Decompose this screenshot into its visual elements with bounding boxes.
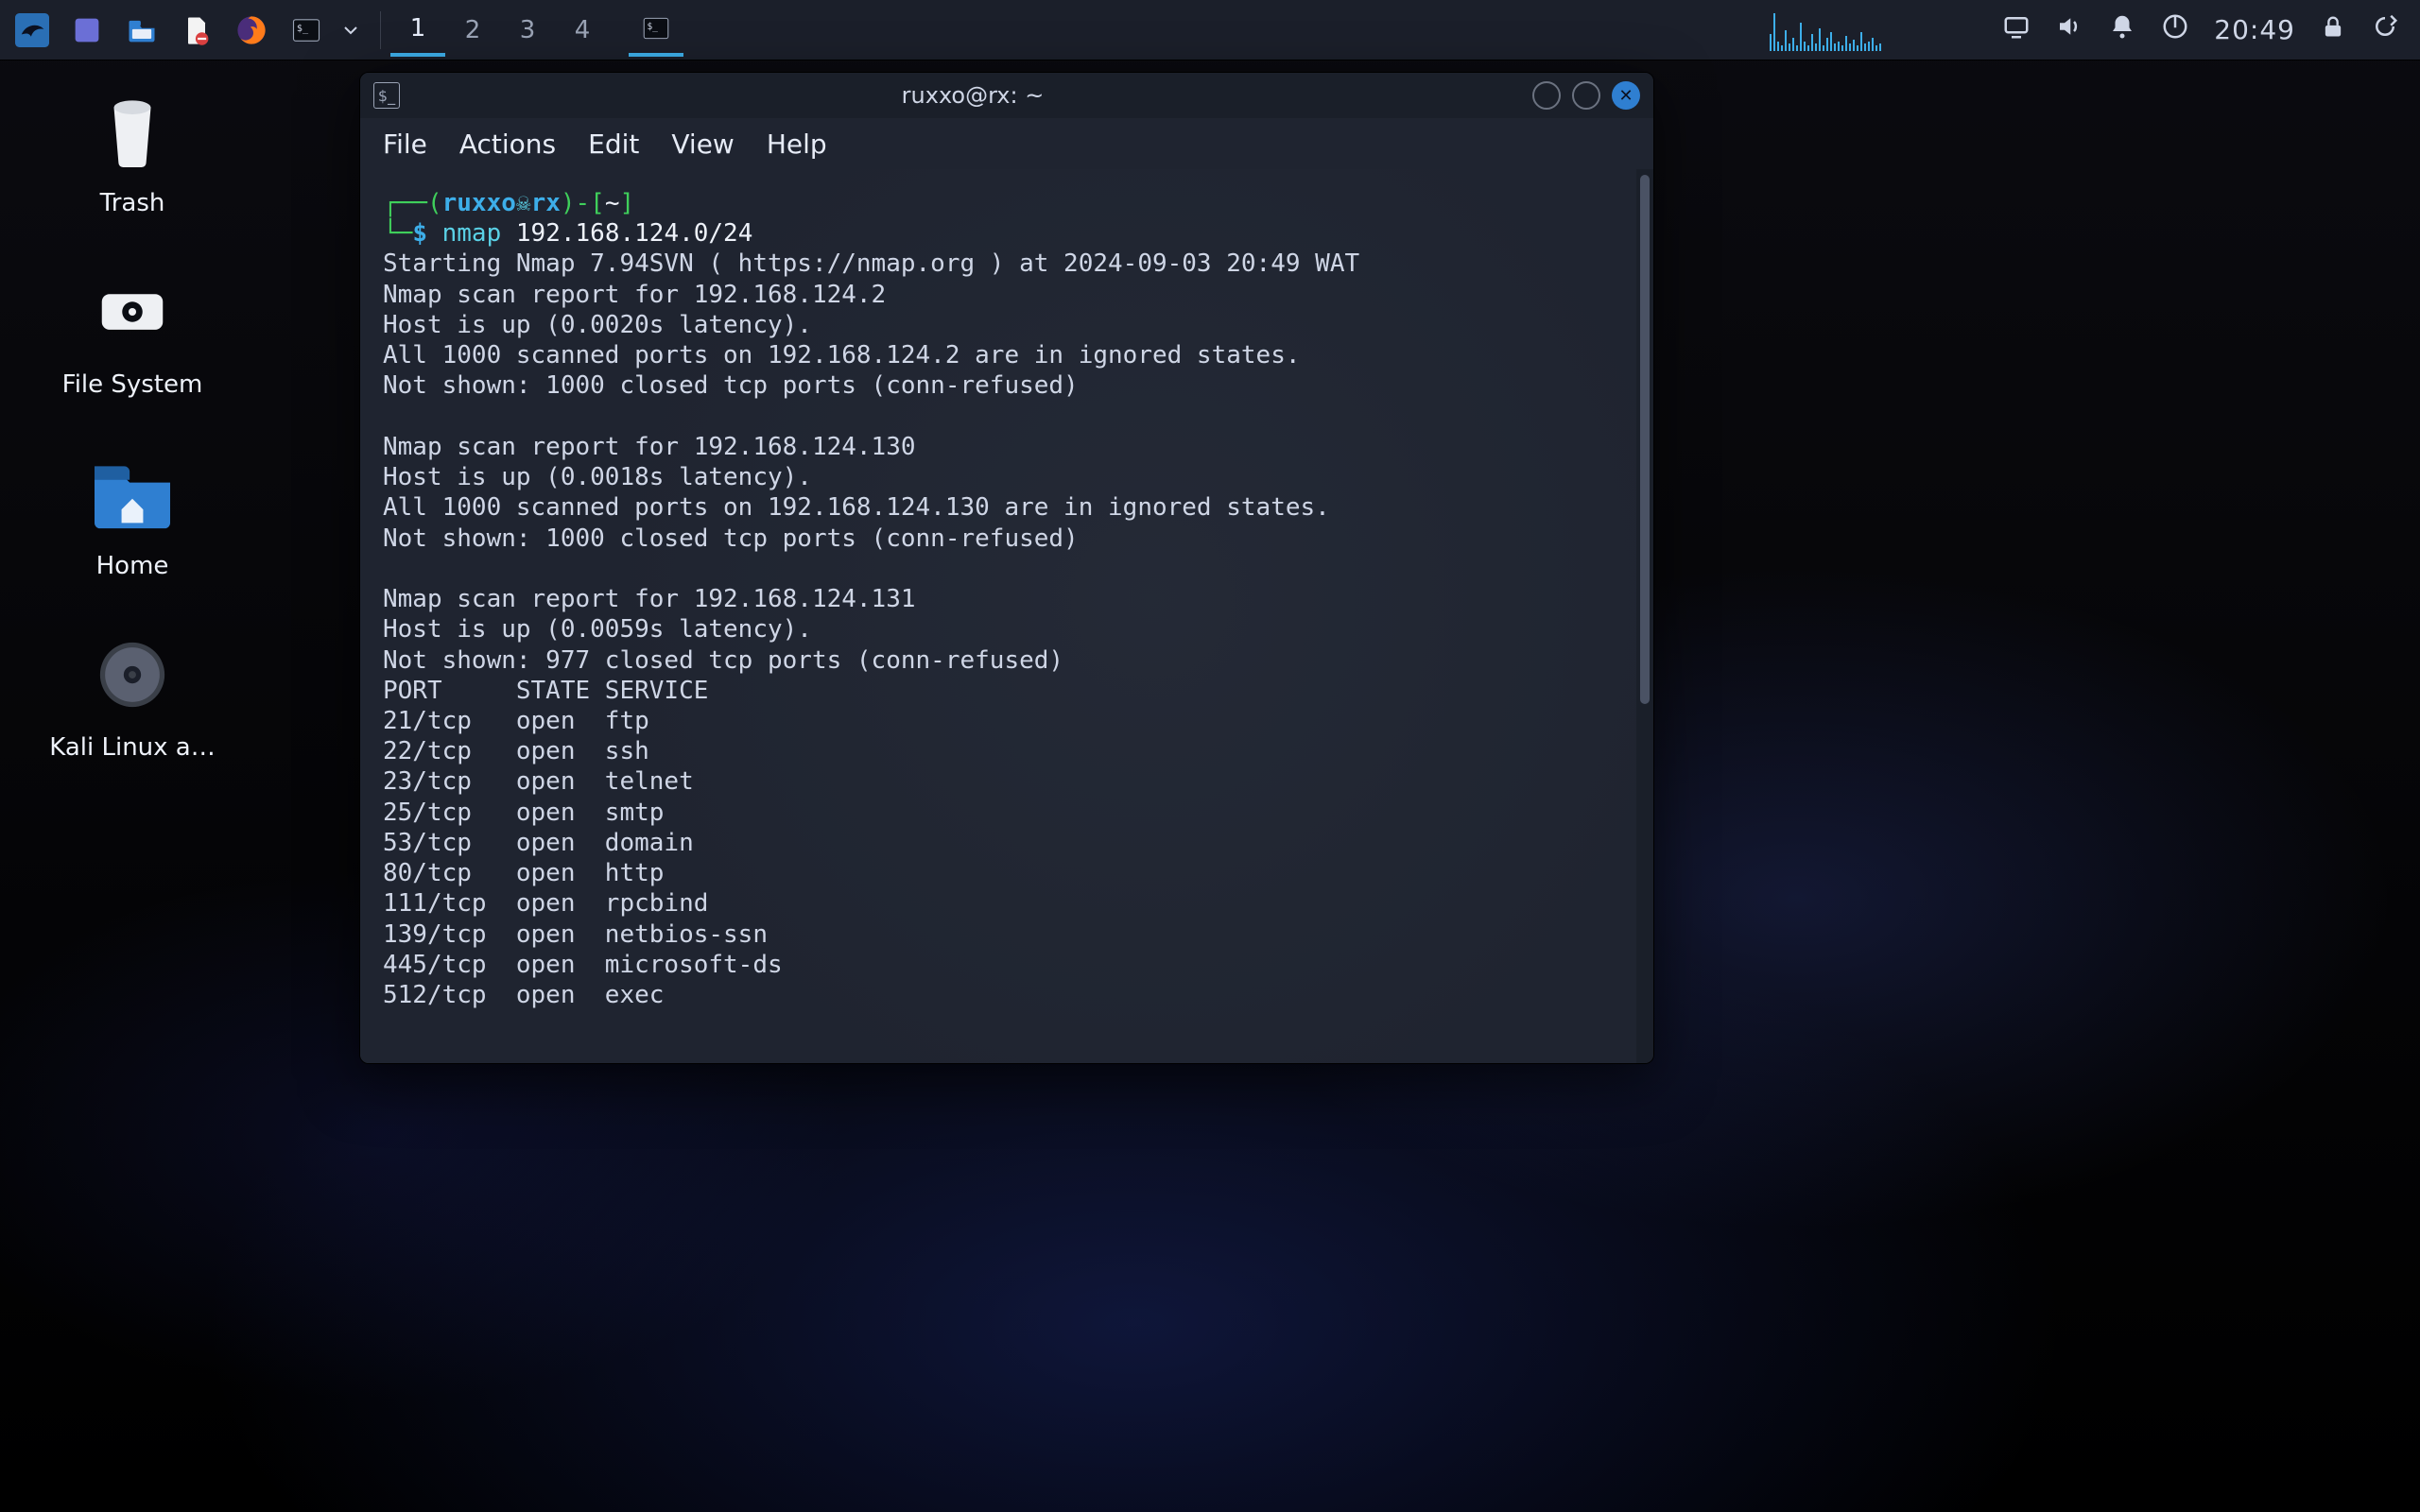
launcher-files[interactable] [117,6,166,55]
disc-icon [87,629,178,720]
launcher-terminal[interactable]: $_ [282,6,331,55]
window-minimize-button[interactable] [1532,81,1561,110]
workspace-4[interactable]: 4 [555,4,610,57]
firefox-icon [234,13,268,47]
menu-file[interactable]: File [383,129,427,160]
notifications-icon[interactable] [2108,12,2136,47]
network-usage-graph[interactable] [1770,4,1987,57]
kali-menu-button[interactable] [8,6,57,55]
home-folder-icon [87,448,178,539]
menu-edit[interactable]: Edit [588,129,639,160]
folder-icon [125,13,159,47]
launcher-dropdown-arrow[interactable] [337,6,365,55]
launcher-color-picker[interactable] [62,6,112,55]
workspace-2[interactable]: 2 [445,4,500,57]
drive-icon [87,266,178,357]
terminal-icon: $_ [289,13,323,47]
desktop-icon-home[interactable]: Home [38,448,227,580]
window-close-button[interactable]: ✕ [1612,81,1640,110]
session-icon[interactable] [2371,12,2399,47]
terminal-output[interactable]: ┌──(ruxxo☠rx)-[~] └─$ nmap 192.168.124.0… [360,169,1636,1063]
square-app-icon [70,13,104,47]
window-titlebar[interactable]: $_ ruxxo@rx: ~ ✕ [360,73,1653,118]
launcher-firefox[interactable] [227,6,276,55]
panel-separator [380,11,381,49]
terminal-window[interactable]: $_ ruxxo@rx: ~ ✕ File Actions Edit View … [359,72,1654,1064]
launcher-text-editor[interactable] [172,6,221,55]
desktop-icon-kali-iso[interactable]: Kali Linux a… [38,629,227,762]
desktop-icon-trash[interactable]: Trash [38,85,227,217]
terminal-icon: $_ [373,82,400,109]
volume-icon[interactable] [2055,12,2083,47]
terminal-icon: $_ [640,12,672,44]
taskbar-terminal-window[interactable]: $_ [629,4,683,57]
kali-dragon-icon [15,13,49,47]
power-icon[interactable] [2161,12,2189,47]
terminal-scrollbar[interactable] [1636,169,1653,1063]
trash-icon [87,85,178,176]
svg-text:$_: $_ [297,24,309,34]
document-icon [180,13,214,47]
system-tray: 20:49 [2002,12,2399,47]
menu-view[interactable]: View [671,129,734,160]
desktop-icons: Trash File System Home Kali Linux a… [38,85,265,811]
workspace-1[interactable]: 1 [390,4,445,57]
scrollbar-thumb[interactable] [1640,175,1650,704]
top-panel: $_ 1 2 3 4 $_ [0,0,2420,60]
menu-help[interactable]: Help [767,129,827,160]
desktop-icon-label: Home [38,552,227,580]
lock-icon[interactable] [2320,13,2346,46]
desktop-icon-label: File System [38,370,227,399]
clock[interactable]: 20:49 [2214,14,2295,45]
chevron-down-icon [341,21,360,40]
workspace-3[interactable]: 3 [500,4,555,57]
display-icon[interactable] [2002,12,2031,47]
menu-actions[interactable]: Actions [459,129,556,160]
window-maximize-button[interactable] [1572,81,1600,110]
desktop-icon-filesystem[interactable]: File System [38,266,227,399]
desktop-icon-label: Kali Linux a… [38,733,227,762]
desktop-icon-label: Trash [38,189,227,217]
svg-text:$_: $_ [647,22,658,32]
window-title: ruxxo@rx: ~ [413,82,1532,109]
terminal-menubar: File Actions Edit View Help [360,118,1653,169]
